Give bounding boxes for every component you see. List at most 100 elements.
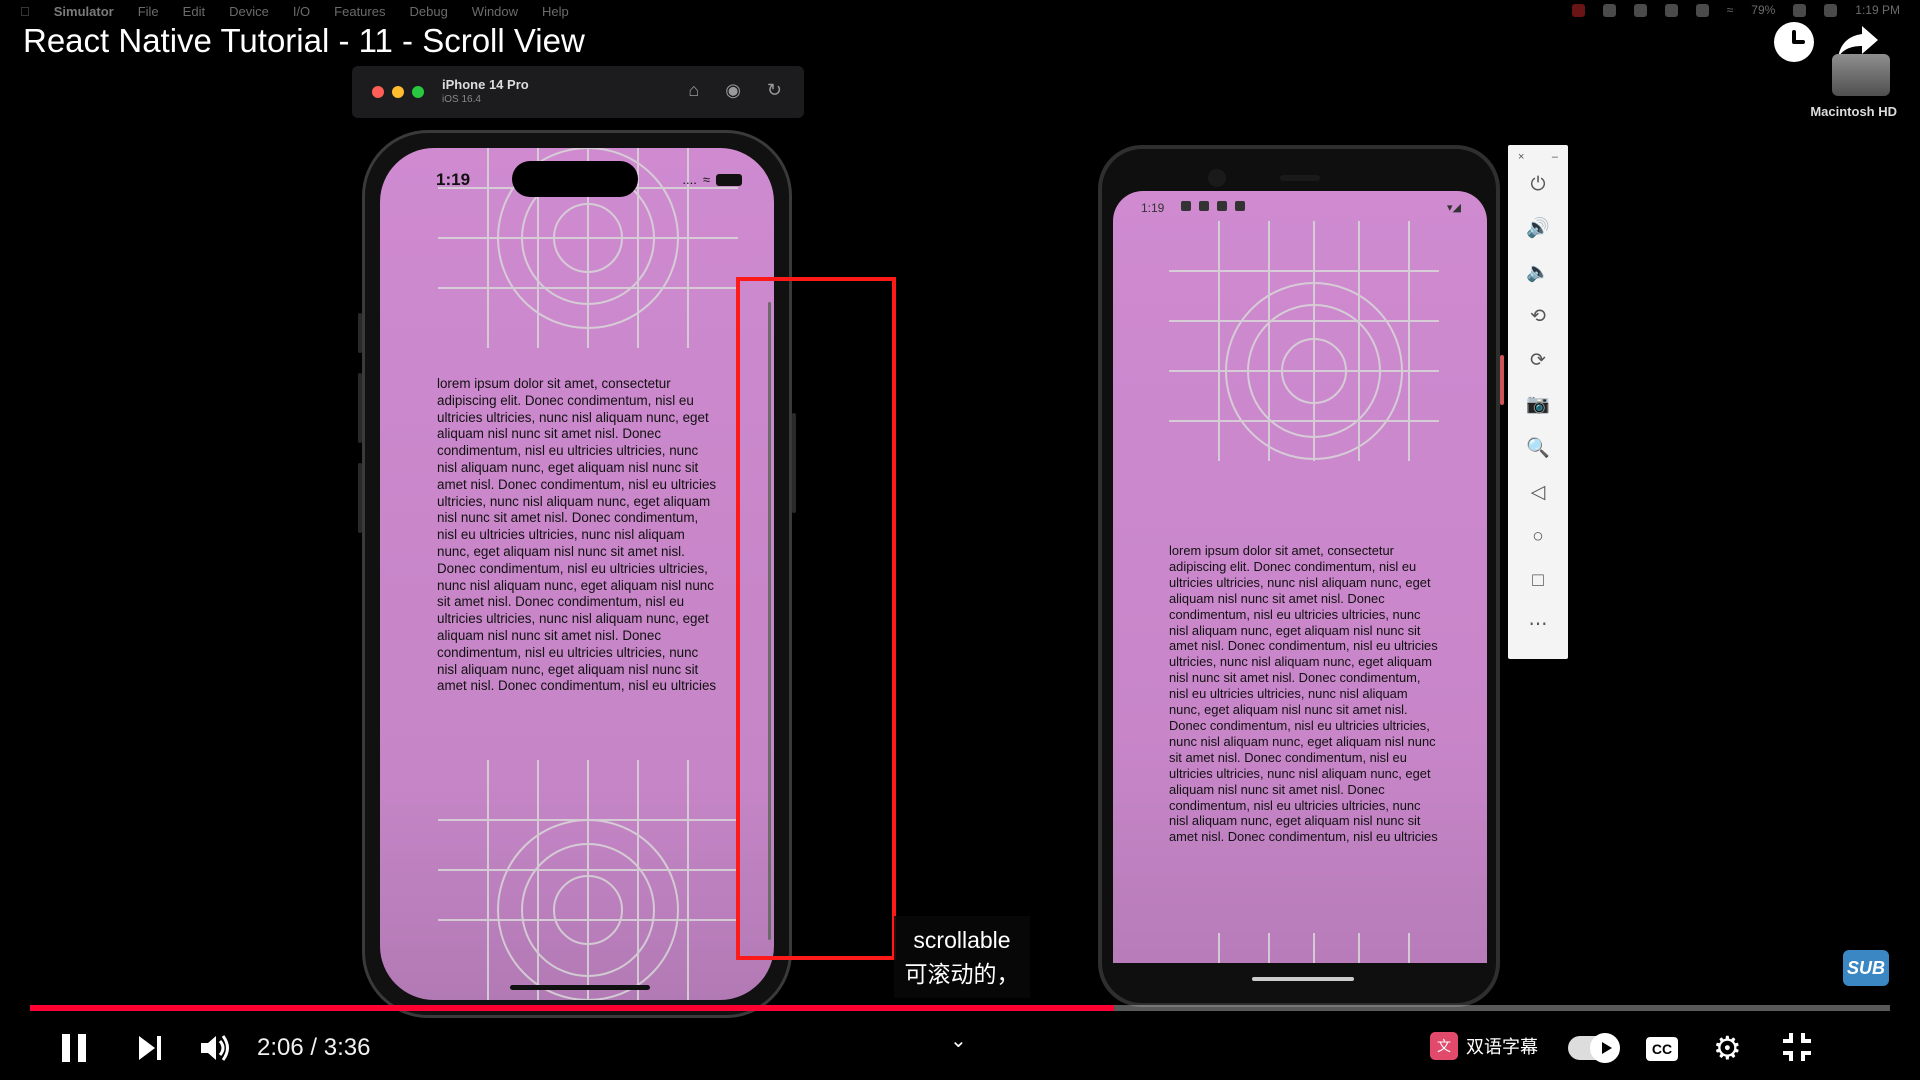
player-controls: 2:06 / 3:36 ⌄ 文 双语字幕 CC ⚙	[0, 1020, 1920, 1076]
android-side-button	[1500, 355, 1504, 405]
drive-label: Macintosh HD	[1810, 104, 1897, 119]
dynamic-island	[512, 161, 638, 197]
rotate-right-icon[interactable]: ⟳	[1508, 339, 1568, 383]
play-icon[interactable]	[1664, 3, 1678, 17]
close-window-button[interactable]	[372, 86, 384, 98]
ios-status-icons: .... ≈	[682, 172, 742, 187]
captions-button[interactable]: CC	[1646, 1037, 1678, 1061]
android-status-time: 1:19	[1141, 201, 1165, 215]
back-icon[interactable]: ◁	[1508, 471, 1568, 515]
gear-icon[interactable]: ⚙	[1713, 1030, 1742, 1066]
autoplay-knob	[1590, 1033, 1620, 1063]
dual-subtitle-toggle[interactable]: 文 双语字幕	[1430, 1032, 1538, 1060]
react-logo-bottom	[438, 760, 738, 1000]
pause-icon[interactable]	[60, 1030, 88, 1066]
time-display: 2:06 / 3:36	[257, 1034, 371, 1061]
accessibility-icon	[1217, 201, 1227, 211]
wifi-icon[interactable]: ≈	[1727, 3, 1734, 17]
input-source-icon[interactable]	[1633, 3, 1647, 17]
home-icon[interactable]: ○	[1508, 515, 1568, 559]
watch-later-icon[interactable]	[1774, 22, 1814, 62]
volume-down-icon[interactable]: 🔈	[1508, 251, 1568, 295]
android-screen[interactable]: 1:19 ▾◢ lorem ipsum dolor sit amet, cons…	[1113, 191, 1487, 963]
battery-icon[interactable]	[1793, 3, 1807, 17]
control-center-icon[interactable]	[1824, 3, 1838, 17]
menubar-status-area: ≈ 79% 1:19 PM	[1571, 3, 1900, 17]
security-icon	[1199, 201, 1209, 211]
close-icon[interactable]: ×	[1518, 151, 1524, 163]
translate-icon: 文	[1430, 1032, 1458, 1060]
scrollview-text[interactable]: lorem ipsum dolor sit amet, consectetur …	[1169, 543, 1439, 845]
sd-card-icon	[1235, 201, 1245, 211]
window-controls	[372, 86, 424, 98]
record-icon[interactable]	[1571, 3, 1585, 17]
volume-up-button	[358, 373, 362, 443]
android-frame: 1:19 ▾◢ lorem ipsum dolor sit amet, cons…	[1098, 145, 1500, 1007]
apple-icon[interactable]: 	[20, 4, 30, 19]
volume-down-button	[358, 463, 362, 533]
android-signal-icons: ▾◢	[1447, 202, 1461, 214]
chevron-down-icon[interactable]: ⌄	[950, 1028, 967, 1053]
emulator-control-panel: × – ⏻ 🔊 🔈 ⟲ ⟳ 📷 🔍 ◁ ○ □ ⋯	[1508, 145, 1568, 659]
menu-debug[interactable]: Debug	[409, 4, 447, 19]
menu-io[interactable]: I/O	[293, 4, 310, 19]
volume-up-icon[interactable]: 🔊	[1508, 207, 1568, 251]
scrollview-text[interactable]: lorem ipsum dolor sit amet, consectetur …	[437, 376, 717, 695]
power-icon[interactable]: ⏻	[1508, 163, 1568, 207]
rotate-left-icon[interactable]: ⟲	[1508, 295, 1568, 339]
simulator-toolbar: ⌂ ◉ ↻	[688, 80, 782, 101]
menu-file[interactable]: File	[138, 4, 159, 19]
earpiece	[1280, 175, 1320, 181]
action-button	[358, 313, 362, 353]
emulator-panel-header: × –	[1508, 145, 1568, 163]
menu-edit[interactable]: Edit	[183, 4, 205, 19]
react-logo-android	[1169, 221, 1439, 461]
minimize-window-button[interactable]	[392, 86, 404, 98]
gesture-bar[interactable]	[1252, 977, 1354, 981]
status-icon[interactable]	[1602, 3, 1616, 17]
control-icon[interactable]	[1695, 3, 1709, 17]
screenshot-icon[interactable]: ◉	[725, 80, 741, 101]
battery-percent: 79%	[1751, 3, 1776, 17]
autoplay-toggle[interactable]	[1568, 1033, 1620, 1063]
highlight-box	[736, 277, 896, 960]
exit-fullscreen-icon[interactable]	[1780, 1030, 1814, 1064]
minimize-icon[interactable]: –	[1552, 151, 1558, 163]
home-indicator[interactable]	[510, 985, 650, 990]
progress-played	[30, 1005, 1115, 1011]
zoom-icon[interactable]: 🔍	[1508, 427, 1568, 471]
iphone-frame: 1:19 .... ≈ lorem ipsum dolor sit amet, …	[358, 130, 796, 1018]
menu-window[interactable]: Window	[472, 4, 518, 19]
volume-icon[interactable]	[198, 1030, 232, 1066]
wifi-icon: ≈	[702, 172, 710, 187]
shield-icon	[1181, 201, 1191, 211]
android-notification-icons	[1181, 201, 1245, 211]
rotate-icon[interactable]: ↻	[767, 80, 782, 101]
menu-help[interactable]: Help	[542, 4, 569, 19]
subtitle-caption: scrollable 可滚动的，	[894, 916, 1030, 998]
home-icon[interactable]: ⌂	[688, 80, 699, 101]
battery-icon	[716, 173, 742, 186]
iphone-screen[interactable]: 1:19 .... ≈ lorem ipsum dolor sit amet, …	[380, 148, 774, 1000]
camera-icon[interactable]: 📷	[1508, 383, 1568, 427]
next-icon[interactable]	[136, 1030, 164, 1066]
signal-icon: ....	[682, 172, 697, 187]
menu-features[interactable]: Features	[334, 4, 385, 19]
more-icon[interactable]: ⋯	[1508, 603, 1568, 647]
video-title[interactable]: React Native Tutorial - 11 - Scroll View	[23, 22, 585, 60]
zoom-window-button[interactable]	[412, 86, 424, 98]
macos-menubar:  Simulator File Edit Device I/O Feature…	[0, 0, 1920, 22]
menu-device[interactable]: Device	[229, 4, 269, 19]
simulator-device-name: iPhone 14 Pro	[442, 77, 529, 92]
overview-icon[interactable]: □	[1508, 559, 1568, 603]
menu-app-name[interactable]: Simulator	[54, 4, 114, 19]
hard-drive-icon[interactable]	[1832, 54, 1890, 96]
progress-bar[interactable]	[30, 1005, 1890, 1011]
simulator-os-version: iOS 16.4	[442, 94, 481, 105]
menubar-clock[interactable]: 1:19 PM	[1855, 3, 1900, 17]
simulator-titlebar: iPhone 14 Pro iOS 16.4 ⌂ ◉ ↻	[352, 66, 804, 118]
front-camera	[1208, 169, 1226, 187]
caption-english: scrollable	[913, 927, 1011, 953]
react-logo-android-bottom	[1218, 933, 1410, 963]
caption-chinese: 可滚动的，	[904, 961, 1020, 987]
